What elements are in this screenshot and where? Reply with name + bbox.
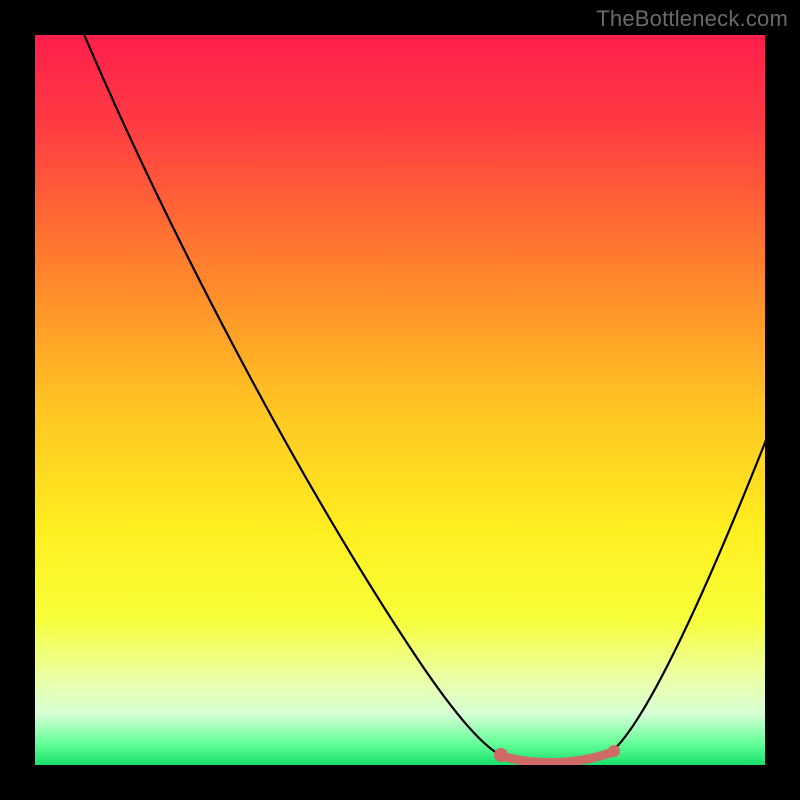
watermark-text: TheBottleneck.com xyxy=(596,6,788,32)
marker-dot-right xyxy=(608,745,620,757)
gradient-background xyxy=(35,35,765,765)
bottleneck-chart xyxy=(35,35,765,765)
chart-frame: TheBottleneck.com xyxy=(0,0,800,800)
marker-dot-left xyxy=(494,748,508,762)
